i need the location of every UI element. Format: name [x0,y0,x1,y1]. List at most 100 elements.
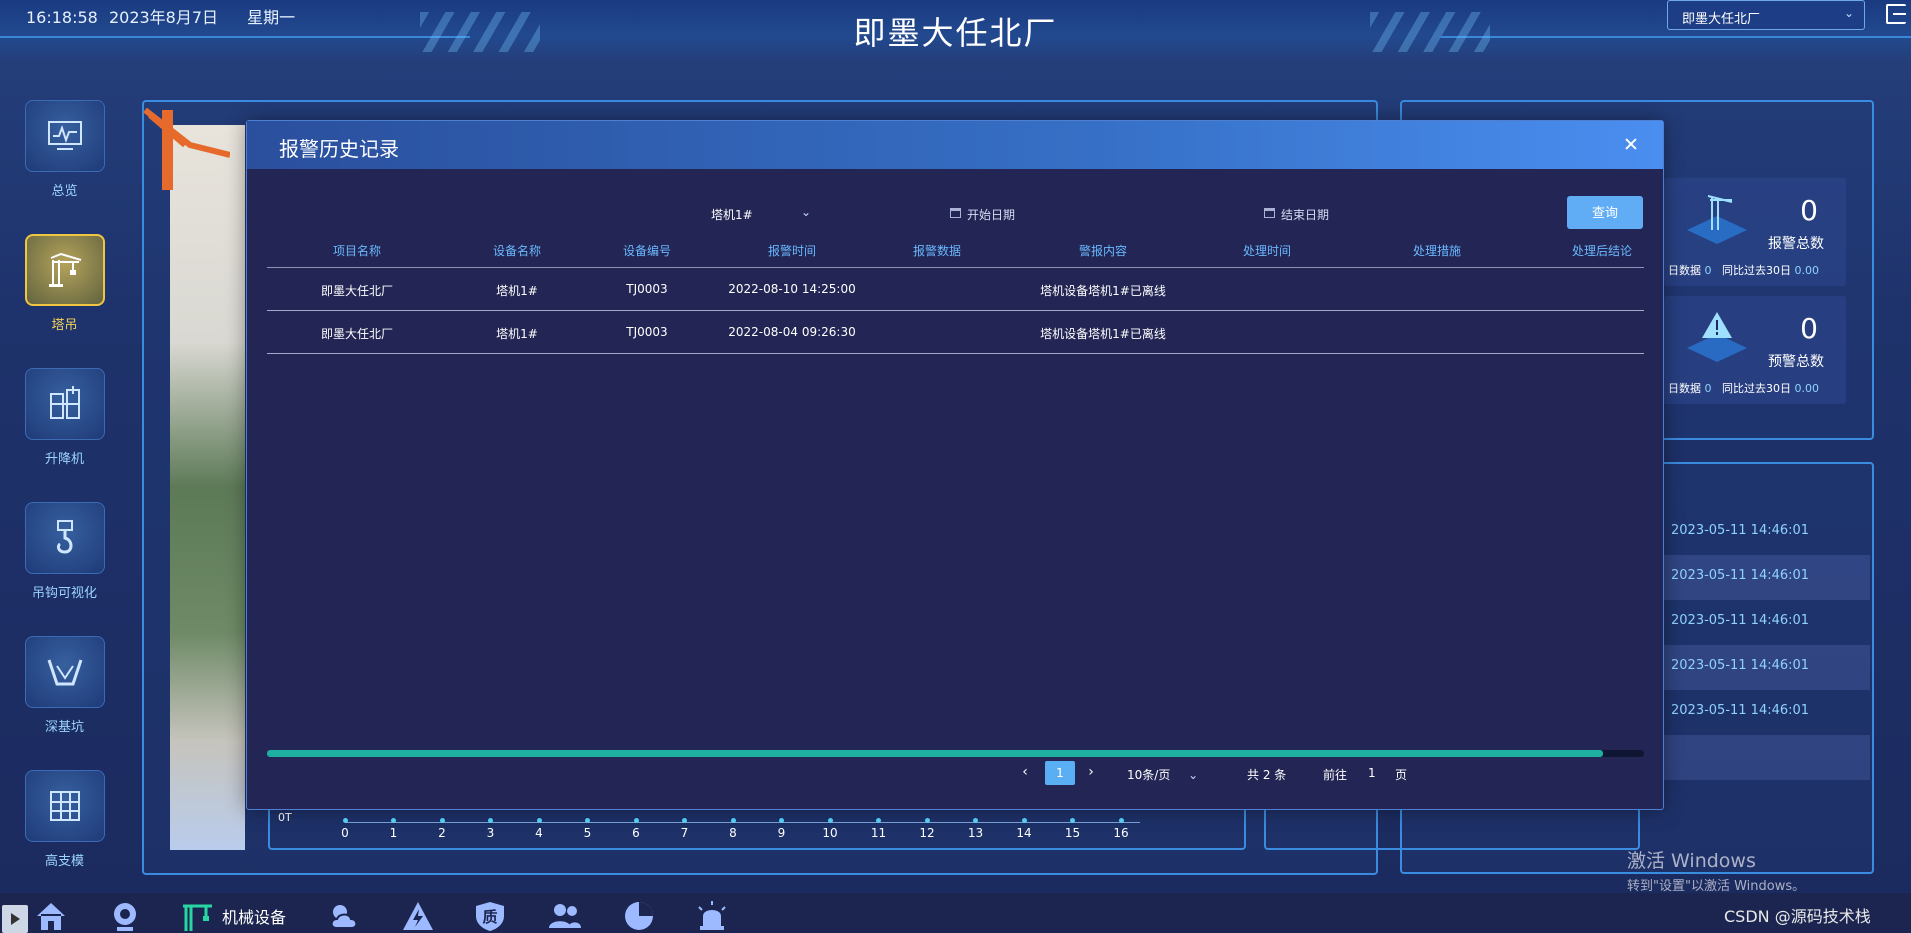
nav-item-tower-crane[interactable]: 塔吊 [22,234,107,333]
col-conclusion: 处理后结论 [1571,244,1632,258]
list-item[interactable]: 2023-05-11 14:46:01 [1660,645,1870,690]
watermark-line2: 转到"设置"以激活 Windows。 [1627,879,1806,894]
camera-button[interactable] [108,899,142,933]
axis-tick: 6 [626,818,646,840]
col-content: 警报内容 [1078,244,1127,258]
goto-suffix: 页 [1395,768,1408,782]
chevron-down-icon: ⌄ [1188,768,1199,782]
chevron-left-icon[interactable]: ‹ [1017,761,1033,785]
axis-tick: 15 [1063,818,1083,840]
hook-icon [56,520,73,554]
home-button[interactable] [34,899,68,933]
list-item[interactable]: 2023-05-11 14:46:01 [1660,600,1870,645]
quality-button[interactable]: 质 [473,899,507,933]
alarm-total-label: 报警总数 [1768,236,1824,252]
axis-tick: 0 [335,818,355,840]
cell-code: TJ0003 [626,325,668,339]
horizontal-scrollbar[interactable] [267,750,1644,757]
list-item[interactable]: 2023-05-11 14:46:01 [1660,510,1870,555]
crane-select-value: 塔机1# [711,208,753,222]
weather-icon [330,905,358,929]
dialog-header: 报警历史记录 [247,121,1663,169]
pagination: ‹ 1 › 10条/页 ⌄ 共 2 条 前往 1 页 [247,761,1665,785]
watermark-line1: 激活 Windows [1627,850,1756,872]
table-row[interactable]: 即墨大任北厂 塔机1# TJ0003 2022-08-04 09:26:30 塔… [267,311,1644,354]
top-header: 16:18:58 2023年8月7日 星期一 即墨大任北厂 即墨大任北厂 ⌄ [0,0,1911,60]
table-header: 项目名称 设备名称 设备编号 报警时间 报警数据 警报内容 处理时间 处理措施 … [267,238,1644,268]
col-measure: 处理措施 [1412,244,1461,258]
alarm-total-value: 0 [1800,194,1818,227]
crane-select[interactable]: 塔机1# ⌄ [651,201,811,227]
list-item-empty [1660,735,1870,780]
alarm-button[interactable] [695,899,729,933]
crane-decoration-icon [143,107,230,190]
site-map[interactable] [170,125,245,850]
chevron-down-icon: ⌄ [800,205,811,219]
end-date-placeholder: 结束日期 [1281,208,1330,222]
cell-device: 塔机1# [496,284,538,298]
users-icon [549,904,581,928]
scrollbar-thumb[interactable] [267,750,1603,757]
page-size-select[interactable]: 10条/页 ⌄ [1127,766,1198,783]
list-item[interactable]: 2023-05-11 14:46:01 [1660,555,1870,600]
axis-tick: 16 [1111,818,1131,840]
chevron-right-icon[interactable]: › [1083,761,1099,785]
axis-tick: 5 [578,818,598,840]
nav-item-formwork[interactable]: 高支模 [22,770,107,869]
personnel-button[interactable] [548,899,582,933]
nav-label-overview: 总览 [51,184,78,199]
cell-content: 塔机设备塔机1#已离线 [1040,327,1166,341]
weather-button[interactable] [328,899,362,933]
cell-content: 塔机设备塔机1#已离线 [1040,284,1166,298]
nav-item-foundation-pit[interactable]: 深基坑 [22,636,107,735]
page-current[interactable]: 1 [1045,761,1075,785]
nav-label-foundation-pit: 深基坑 [44,720,84,735]
axis-tick: 3 [481,818,501,840]
axis-tick: 4 [529,818,549,840]
calendar-icon [950,208,961,218]
nav-label-elevator: 升降机 [44,452,84,467]
axis-tick: 12 [917,818,937,840]
nav-item-elevator[interactable]: 升降机 [22,368,107,467]
col-code: 设备编号 [622,244,671,258]
alarm-history-dialog: 报警历史记录 塔机1# ⌄ 开始日期 结束日期 查询 项目名称 设备名称 设备编… [246,120,1664,810]
end-date-input[interactable]: 结束日期 [1264,201,1494,227]
dialog-title: 报警历史记录 [279,137,399,161]
nav-label-hook: 吊钩可视化 [31,586,97,601]
col-handle-time: 处理时间 [1242,244,1291,258]
list-item[interactable]: 2023-05-11 14:46:01 [1660,690,1870,735]
col-device: 设备名称 [492,244,541,258]
warning-total-card: 0 预警总数 日数据 0 同比过去30日 0.00 [1664,296,1846,404]
svg-text:质: 质 [482,908,497,926]
query-button[interactable]: 查询 [1567,196,1643,229]
nav-item-overview[interactable]: 总览 [22,100,107,199]
axis-tick: 11 [869,818,889,840]
sidebar-toggle-button[interactable] [2,905,28,933]
page-size-value: 10条/页 [1127,768,1171,782]
warning-total-sub: 日数据 0 同比过去30日 0.00 [1668,382,1819,395]
home-icon [37,903,65,930]
axis-tick: 1 [384,818,404,840]
warning-total-value: 0 [1800,312,1818,345]
warning-total-label: 预警总数 [1768,354,1824,370]
foundation-pit-icon [47,659,82,686]
site-select[interactable]: 即墨大任北厂 ⌄ [1667,0,1865,30]
power-button[interactable] [401,899,435,933]
machinery-button[interactable]: 机械设备 [180,899,286,933]
progress-button[interactable] [622,899,656,933]
nav-label-tower-crane: 塔吊 [51,318,78,333]
axis-tick: 9 [772,818,792,840]
goto-page-input[interactable]: 1 [1368,766,1376,780]
lightning-icon [403,902,433,930]
table-row[interactable]: 即墨大任北厂 塔机1# TJ0003 2022-08-10 14:25:00 塔… [267,268,1644,311]
site-select-value: 即墨大任北厂 [1682,12,1761,27]
alarm-light-icon [698,901,726,930]
close-icon[interactable] [1621,135,1641,155]
start-date-input[interactable]: 开始日期 [950,201,1180,227]
calendar-icon [1264,208,1275,218]
logout-icon[interactable] [1886,4,1906,24]
axis-tick: 2 [432,818,452,840]
formwork-icon [49,791,80,821]
cell-project: 即墨大任北厂 [320,327,393,341]
nav-item-hook[interactable]: 吊钩可视化 [22,502,107,601]
